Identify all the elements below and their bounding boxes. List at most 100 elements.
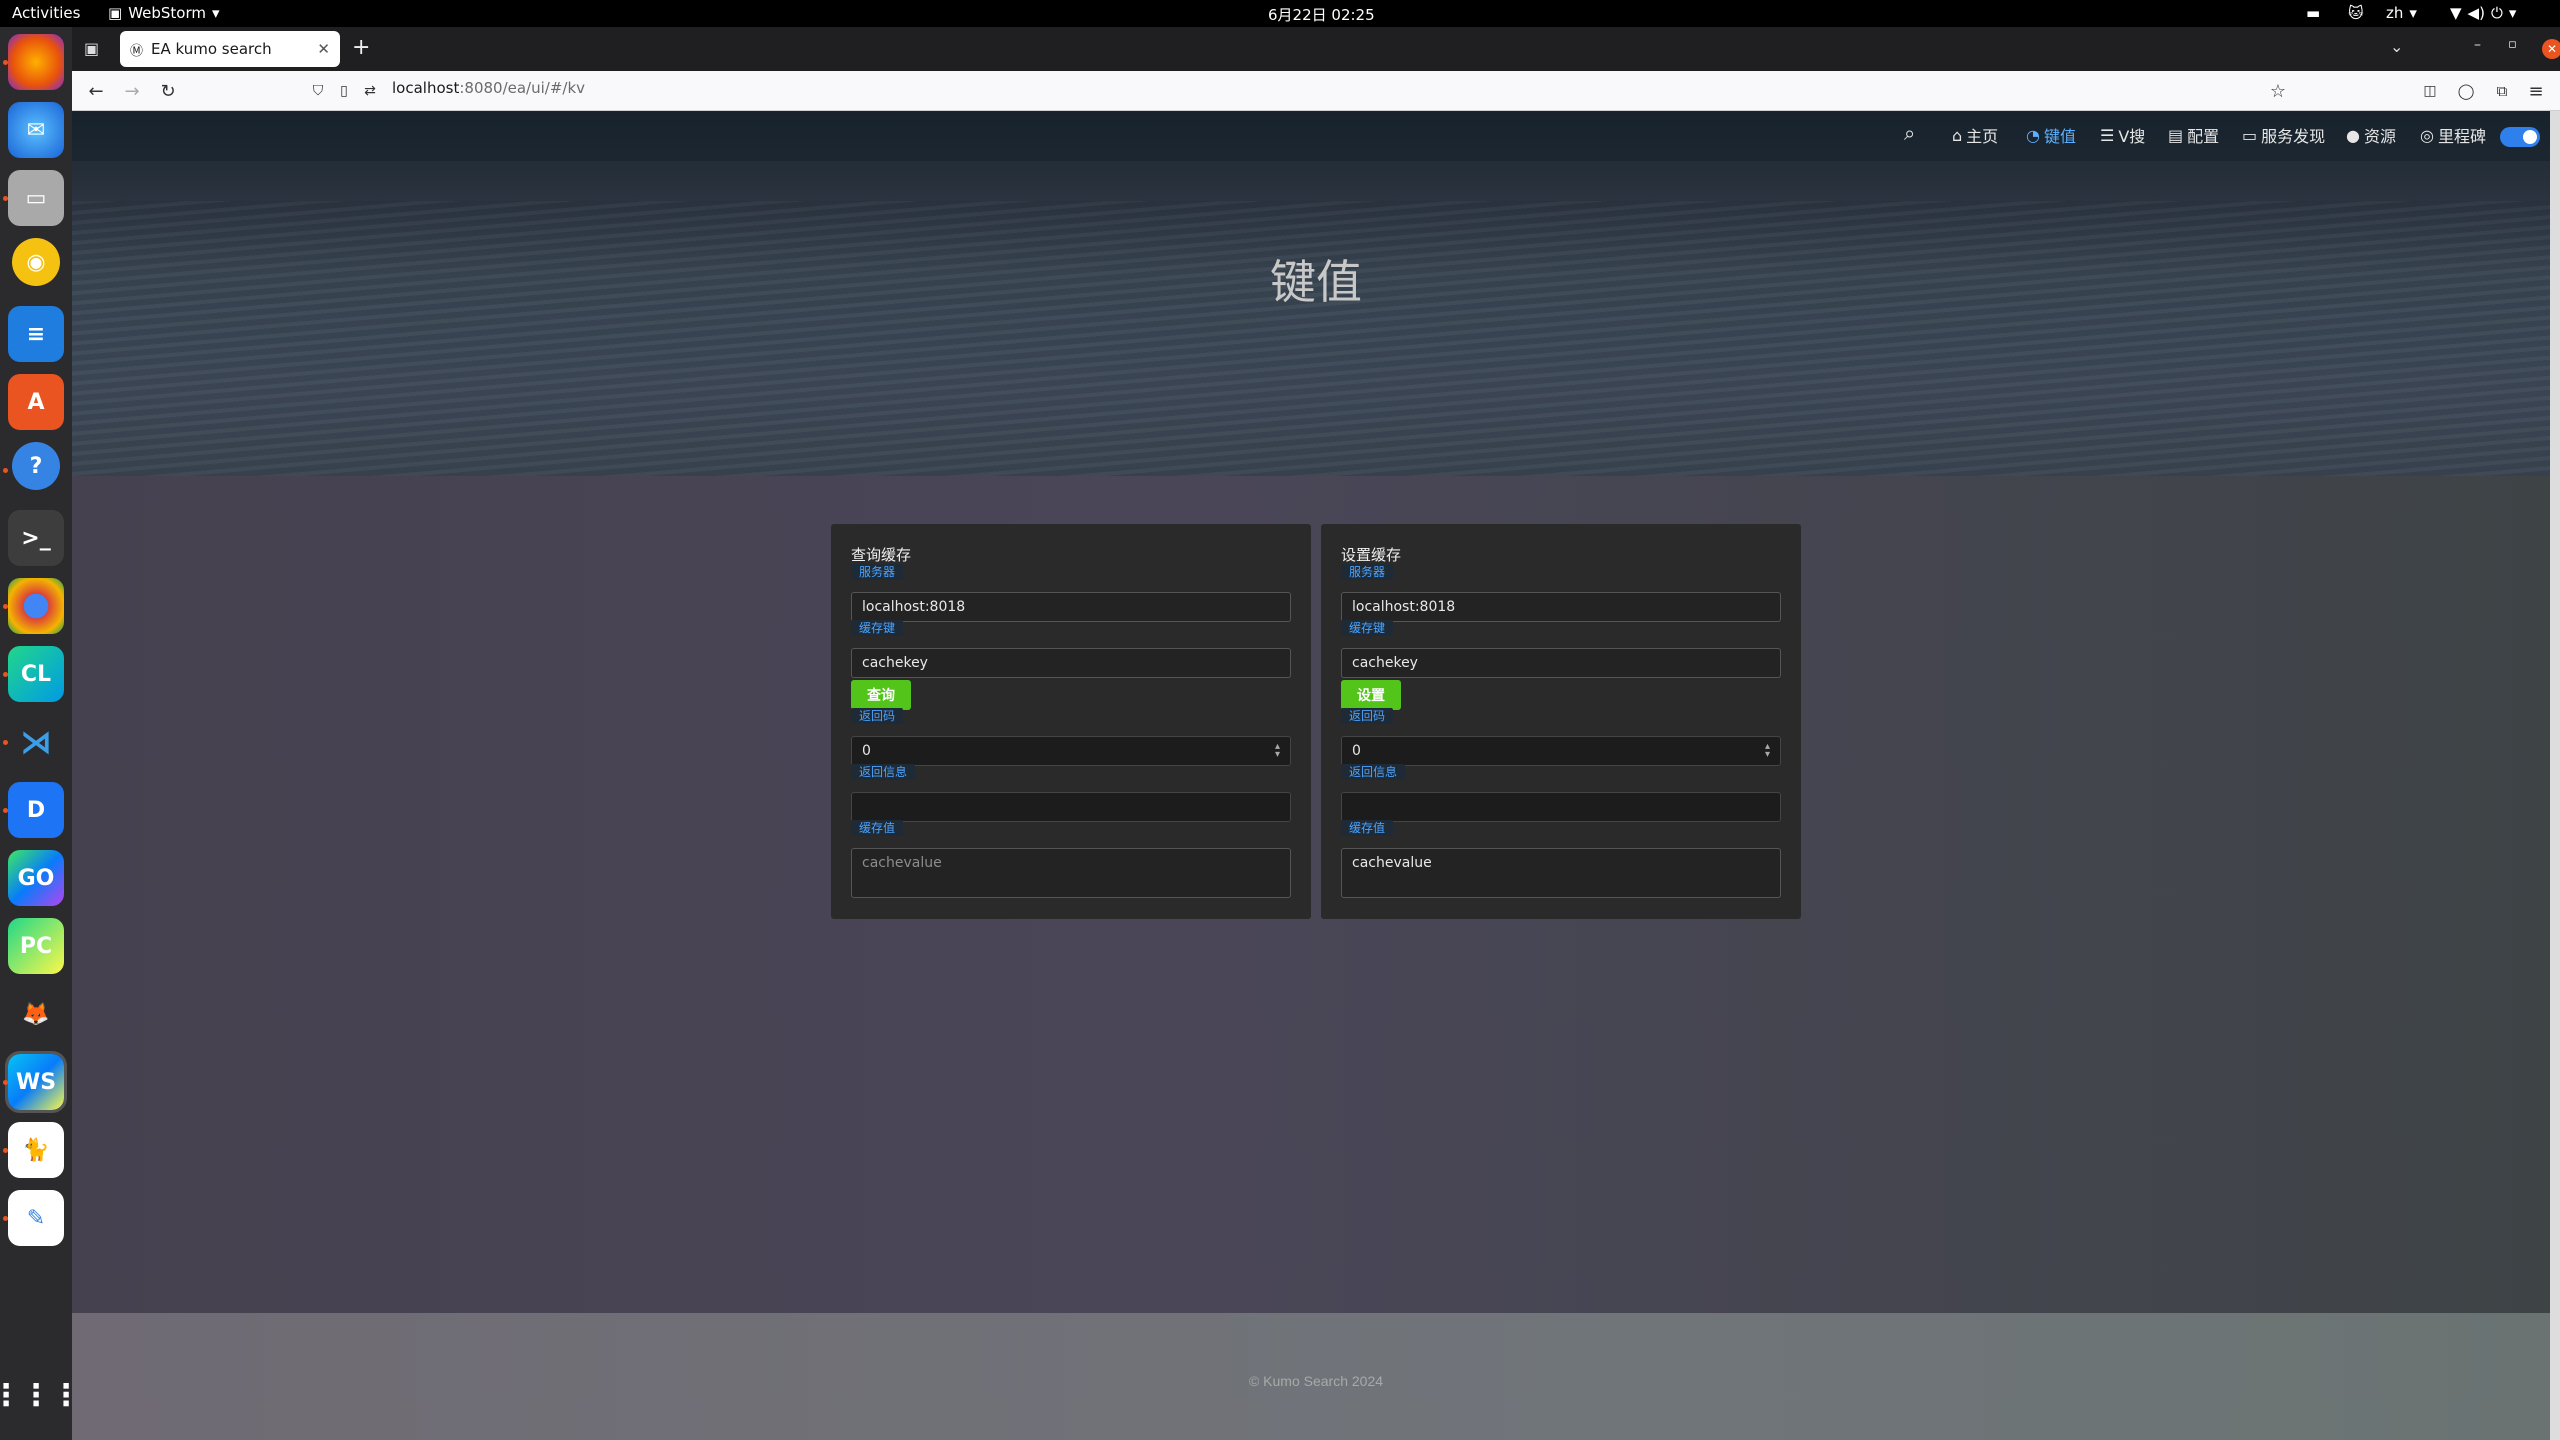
pocket-icon[interactable]: ◫ [2418, 79, 2442, 103]
code-value: 0 [1352, 743, 1361, 759]
bookmark-star-icon[interactable]: ☆ [2266, 79, 2290, 103]
nav-home[interactable]: ⌂ 主页 [1952, 123, 1998, 147]
github-desktop-icon[interactable]: 🐈 [8, 1122, 64, 1178]
writer-icon[interactable]: ≡ [8, 306, 64, 362]
nav-discovery[interactable]: ▭ 服务发现 [2242, 123, 2325, 147]
key-label: 缓存键 [851, 620, 904, 636]
software-icon[interactable]: A [8, 374, 64, 430]
message-input[interactable] [1341, 792, 1781, 822]
dbeaver-icon[interactable]: D [8, 782, 64, 838]
close-icon[interactable]: ✕ [317, 40, 330, 58]
nav-kv-label: 键值 [2043, 127, 2076, 146]
server-input[interactable]: localhost:8018 [851, 592, 1291, 622]
footer: © Kumo Search 2024 [72, 1313, 2560, 1440]
running-indicator [3, 740, 8, 745]
restore-icon[interactable]: ▫ [2508, 37, 2517, 52]
server-input[interactable]: localhost:8018 [1341, 592, 1781, 622]
shield-icon[interactable]: ⛉ [306, 79, 330, 103]
nav-vsearch[interactable]: ☰ V搜 [2100, 123, 2145, 147]
permissions-icon[interactable]: ⇄ [358, 79, 382, 103]
pycharm-icon[interactable]: PC [8, 918, 64, 974]
webstorm-icon: ▣ [108, 4, 123, 22]
minimize-icon[interactable]: – [2474, 37, 2481, 53]
chrome-icon[interactable] [8, 578, 64, 634]
code-input[interactable]: 0 ▴ ▾ [1341, 736, 1781, 766]
running-indicator [3, 672, 8, 677]
keyboard-icon[interactable]: ▬ [2306, 4, 2320, 22]
chevron-down-icon[interactable]: ⌄ [2390, 37, 2403, 56]
firefox-icon[interactable] [8, 34, 64, 90]
value-textarea[interactable]: cachevalue [1341, 848, 1781, 898]
value-textarea[interactable]: cachevalue [851, 848, 1291, 898]
set-button[interactable]: 设置 [1341, 680, 1401, 710]
clion-icon[interactable]: CL [8, 646, 64, 702]
running-indicator [3, 1216, 8, 1221]
card-title: 设置缓存 [1341, 546, 1402, 564]
app-grid-icon[interactable]: ⋮⋮⋮ [0, 1367, 81, 1423]
code-label: 返回码 [1341, 708, 1394, 724]
menu-icon[interactable]: ≡ [2524, 79, 2548, 103]
close-window-icon[interactable]: ✕ [2542, 39, 2560, 59]
key-input[interactable]: cachekey [851, 648, 1291, 678]
value-label: 缓存值 [851, 820, 904, 836]
message-label: 返回信息 [1341, 764, 1406, 780]
power-icon: ⏻ [2490, 4, 2503, 22]
code-input[interactable]: 0 ▴ ▾ [851, 736, 1291, 766]
nav-resources[interactable]: ● 资源 [2346, 123, 2396, 147]
app-menu[interactable]: ▣ WebStorm ▾ [108, 4, 220, 22]
cat-icon[interactable]: 🐱 [2348, 4, 2364, 22]
files-icon[interactable]: ▭ [8, 170, 64, 226]
text-editor-icon[interactable]: ✎ [8, 1190, 64, 1246]
code-label: 返回码 [851, 708, 904, 724]
terminal-icon[interactable]: >_ [8, 510, 64, 566]
back-icon[interactable]: ← [84, 79, 108, 103]
running-indicator [3, 60, 8, 65]
url-host: localhost [392, 79, 460, 97]
tab-list-icon[interactable]: ▣ [84, 39, 99, 58]
nav-milestone[interactable]: ◎ 里程碑 [2420, 123, 2486, 147]
nav-vsearch-label: V搜 [2118, 127, 2146, 146]
chevron-down-icon: ▾ [212, 4, 220, 22]
chat-icon: ▭ [2242, 125, 2258, 145]
help-icon[interactable]: ? [12, 442, 60, 490]
spinner-icon[interactable]: ▴ ▾ [1765, 742, 1770, 760]
running-indicator [3, 808, 8, 813]
goland-icon[interactable]: GO [8, 850, 64, 906]
nav-kv[interactable]: ◔ 键值 [2026, 123, 2076, 147]
running-indicator [3, 604, 8, 609]
set-cache-card: 设置缓存 服务器 localhost:8018 缓存键 cachekey 设置 … [1321, 524, 1801, 919]
url-bar[interactable]: localhost:8080/ea/ui/#/kv [392, 79, 585, 97]
forward-icon[interactable]: → [120, 79, 144, 103]
spinner-icon[interactable]: ▴ ▾ [1275, 742, 1280, 760]
system-top-bar: Activities ▣ WebStorm ▾ 6月22日 02:25 ▬ 🐱 … [0, 0, 2560, 27]
running-indicator [3, 468, 8, 473]
server-label: 服务器 [851, 564, 904, 580]
thunderbird-icon[interactable]: ✉ [8, 102, 64, 158]
rhythmbox-icon[interactable]: ◉ [12, 238, 60, 286]
activities-button[interactable]: Activities [12, 4, 80, 22]
page-icon[interactable]: ▯ [332, 79, 356, 103]
key-input[interactable]: cachekey [1341, 648, 1781, 678]
message-input[interactable] [851, 792, 1291, 822]
dock: ✉ ▭ ◉ ≡ A ? >_ CL ⋊ D GO PC 🦊 WS 🐈 ✎ ⋮⋮⋮ [0, 27, 81, 1440]
app-name: WebStorm [128, 4, 206, 22]
server-label: 服务器 [1341, 564, 1394, 580]
extensions-icon[interactable]: ⧉ [2490, 79, 2514, 103]
account-icon[interactable]: ◯ [2454, 79, 2478, 103]
new-tab-icon[interactable]: + [352, 35, 370, 60]
clock[interactable]: 6月22日 02:25 [1268, 4, 1375, 25]
reload-icon[interactable]: ↻ [156, 79, 180, 103]
browser-tab[interactable]: Ⓜ EA kumo search ✕ [120, 31, 340, 67]
vscode-icon[interactable]: ⋊ [8, 714, 64, 770]
file-icon: ▤ [2168, 125, 2184, 145]
input-method[interactable]: zh ▾ [2386, 4, 2417, 22]
page-content: ⌕ ⌂ 主页 ◔ 键值 ☰ V搜 ▤ 配置 ▭ 服务发现 ● 资源 ◎ 里程碑 键值 查询缓存… [72, 111, 2560, 1440]
status-menu[interactable]: ▼ ◀) ⏻ ▾ [2450, 4, 2516, 22]
nav-config[interactable]: ▤ 配置 [2168, 123, 2219, 147]
webstorm-icon[interactable]: WS [5, 1051, 67, 1113]
theme-toggle[interactable] [2500, 127, 2540, 147]
search-icon[interactable]: ⌕ [1904, 121, 1915, 145]
query-button[interactable]: 查询 [851, 680, 911, 710]
gimp-icon[interactable]: 🦊 [8, 986, 64, 1042]
nav-home-label: 主页 [1966, 127, 1999, 146]
